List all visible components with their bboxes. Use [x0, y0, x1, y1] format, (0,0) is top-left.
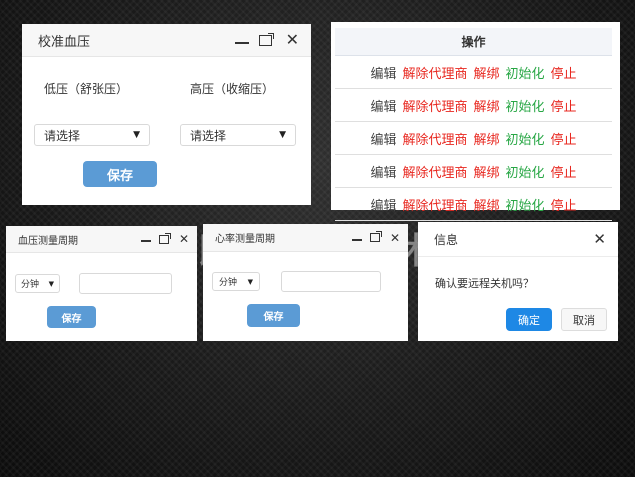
operations-table: 操作 编辑 解除代理商 解绑 初始化 停止 编辑 解除代理商 解绑 初始化 停止 编辑 解除代理商 解绑… — [335, 28, 612, 221]
stop-link[interactable]: 停止 — [551, 166, 577, 181]
select-value: 请选择 — [190, 128, 227, 143]
initialize-link[interactable]: 初始化 — [506, 199, 545, 214]
edit-link[interactable]: 编辑 — [370, 133, 396, 148]
period-unit-select[interactable]: 分钟 ▼ — [15, 274, 60, 293]
dropdown-arrow-icon: ▼ — [247, 277, 253, 286]
confirm-button[interactable]: 确定 — [506, 308, 552, 331]
close-icon[interactable]: ✕ — [593, 231, 606, 247]
initialize-link[interactable]: 初始化 — [506, 100, 545, 115]
hr-measure-period-dialog: 心率测量周期 ✕ 分钟 ▼ 保存 — [203, 224, 408, 341]
stop-link[interactable]: 停止 — [551, 133, 577, 148]
calibrate-bp-dialog: 校准血压 ✕ 低压（舒张压） 高压（收缩压） 请选择 ▼ 请选择 ▼ 保存 — [22, 24, 311, 205]
period-input[interactable] — [281, 271, 381, 292]
dialog-titlebar: 校准血压 ✕ — [22, 24, 311, 57]
unbind-agent-link[interactable]: 解除代理商 — [402, 166, 467, 181]
edit-link[interactable]: 编辑 — [370, 67, 396, 82]
dialog-title: 校准血压 — [38, 34, 91, 50]
cancel-button[interactable]: 取消 — [561, 308, 607, 331]
table-row: 编辑 解除代理商 解绑 初始化 停止 — [335, 55, 612, 89]
maximize-icon[interactable] — [158, 232, 171, 244]
actions-cell: 编辑 解除代理商 解绑 初始化 停止 — [335, 121, 612, 155]
stop-link[interactable]: 停止 — [551, 199, 577, 214]
table-row: 编辑 解除代理商 解绑 初始化 停止 — [335, 88, 612, 122]
dialog-titlebar: 信息 ✕ — [418, 222, 618, 257]
unbind-link[interactable]: 解绑 — [473, 166, 499, 181]
dialog-titlebar: 心率测量周期 ✕ — [203, 224, 408, 252]
select-value: 请选择 — [44, 128, 81, 143]
close-icon[interactable]: ✕ — [179, 233, 189, 245]
dialog-titlebar: 血压测量周期 ✕ — [6, 226, 197, 253]
initialize-link[interactable]: 初始化 — [506, 166, 545, 181]
close-icon[interactable]: ✕ — [390, 232, 400, 244]
dialog-title: 信息 — [434, 232, 459, 247]
minimize-icon[interactable] — [140, 240, 151, 242]
save-button[interactable]: 保存 — [47, 306, 96, 328]
unbind-link[interactable]: 解绑 — [473, 67, 499, 82]
table-row: 编辑 解除代理商 解绑 初始化 停止 — [335, 154, 612, 188]
table-row: 编辑 解除代理商 解绑 初始化 停止 — [335, 121, 612, 155]
select-value: 分钟 — [21, 280, 40, 290]
minimize-icon[interactable] — [351, 238, 362, 241]
actions-cell: 编辑 解除代理商 解绑 初始化 停止 — [335, 55, 612, 89]
stop-link[interactable]: 停止 — [551, 100, 577, 115]
table-row: 编辑 解除代理商 解绑 初始化 停止 — [335, 187, 612, 221]
unbind-link[interactable]: 解绑 — [473, 133, 499, 148]
save-button[interactable]: 保存 — [83, 161, 157, 187]
low-pressure-select[interactable]: 请选择 ▼ — [34, 124, 150, 146]
confirm-message: 确认要远程关机吗？ — [435, 277, 534, 290]
unbind-agent-link[interactable]: 解除代理商 — [402, 100, 467, 115]
close-icon[interactable]: ✕ — [286, 32, 299, 48]
unbind-agent-link[interactable]: 解除代理商 — [402, 67, 467, 82]
low-pressure-label: 低压（舒张压） — [44, 82, 129, 96]
stop-link[interactable]: 停止 — [551, 67, 577, 82]
bp-measure-period-dialog: 血压测量周期 ✕ 分钟 ▼ 保存 — [6, 226, 197, 341]
unbind-agent-link[interactable]: 解除代理商 — [402, 199, 467, 214]
save-button[interactable]: 保存 — [247, 304, 300, 327]
minimize-icon[interactable] — [234, 42, 249, 44]
info-dialog: 信息 ✕ 确认要远程关机吗？ 确定 取消 — [418, 222, 618, 341]
unbind-link[interactable]: 解绑 — [473, 100, 499, 115]
period-unit-select[interactable]: 分钟 ▼ — [212, 272, 260, 291]
dropdown-arrow-icon: ▼ — [133, 130, 140, 140]
period-input[interactable] — [79, 273, 172, 294]
edit-link[interactable]: 编辑 — [370, 166, 396, 181]
actions-cell: 编辑 解除代理商 解绑 初始化 停止 — [335, 88, 612, 122]
actions-cell: 编辑 解除代理商 解绑 初始化 停止 — [335, 154, 612, 188]
unbind-agent-link[interactable]: 解除代理商 — [402, 133, 467, 148]
maximize-icon[interactable] — [258, 32, 274, 46]
select-value: 分钟 — [219, 278, 238, 288]
actions-cell: 编辑 解除代理商 解绑 初始化 停止 — [335, 187, 612, 221]
initialize-link[interactable]: 初始化 — [506, 133, 545, 148]
dialog-title: 心率测量周期 — [215, 234, 275, 245]
dropdown-arrow-icon: ▼ — [279, 130, 286, 140]
maximize-icon[interactable] — [369, 231, 382, 242]
dropdown-arrow-icon: ▼ — [48, 279, 54, 288]
high-pressure-select[interactable]: 请选择 ▼ — [180, 124, 296, 146]
unbind-link[interactable]: 解绑 — [473, 199, 499, 214]
dialog-title: 血压测量周期 — [18, 235, 78, 247]
high-pressure-label: 高压（收缩压） — [190, 82, 275, 96]
table-header-actions: 操作 — [335, 28, 612, 56]
initialize-link[interactable]: 初始化 — [506, 67, 545, 82]
edit-link[interactable]: 编辑 — [370, 199, 396, 214]
edit-link[interactable]: 编辑 — [370, 100, 396, 115]
